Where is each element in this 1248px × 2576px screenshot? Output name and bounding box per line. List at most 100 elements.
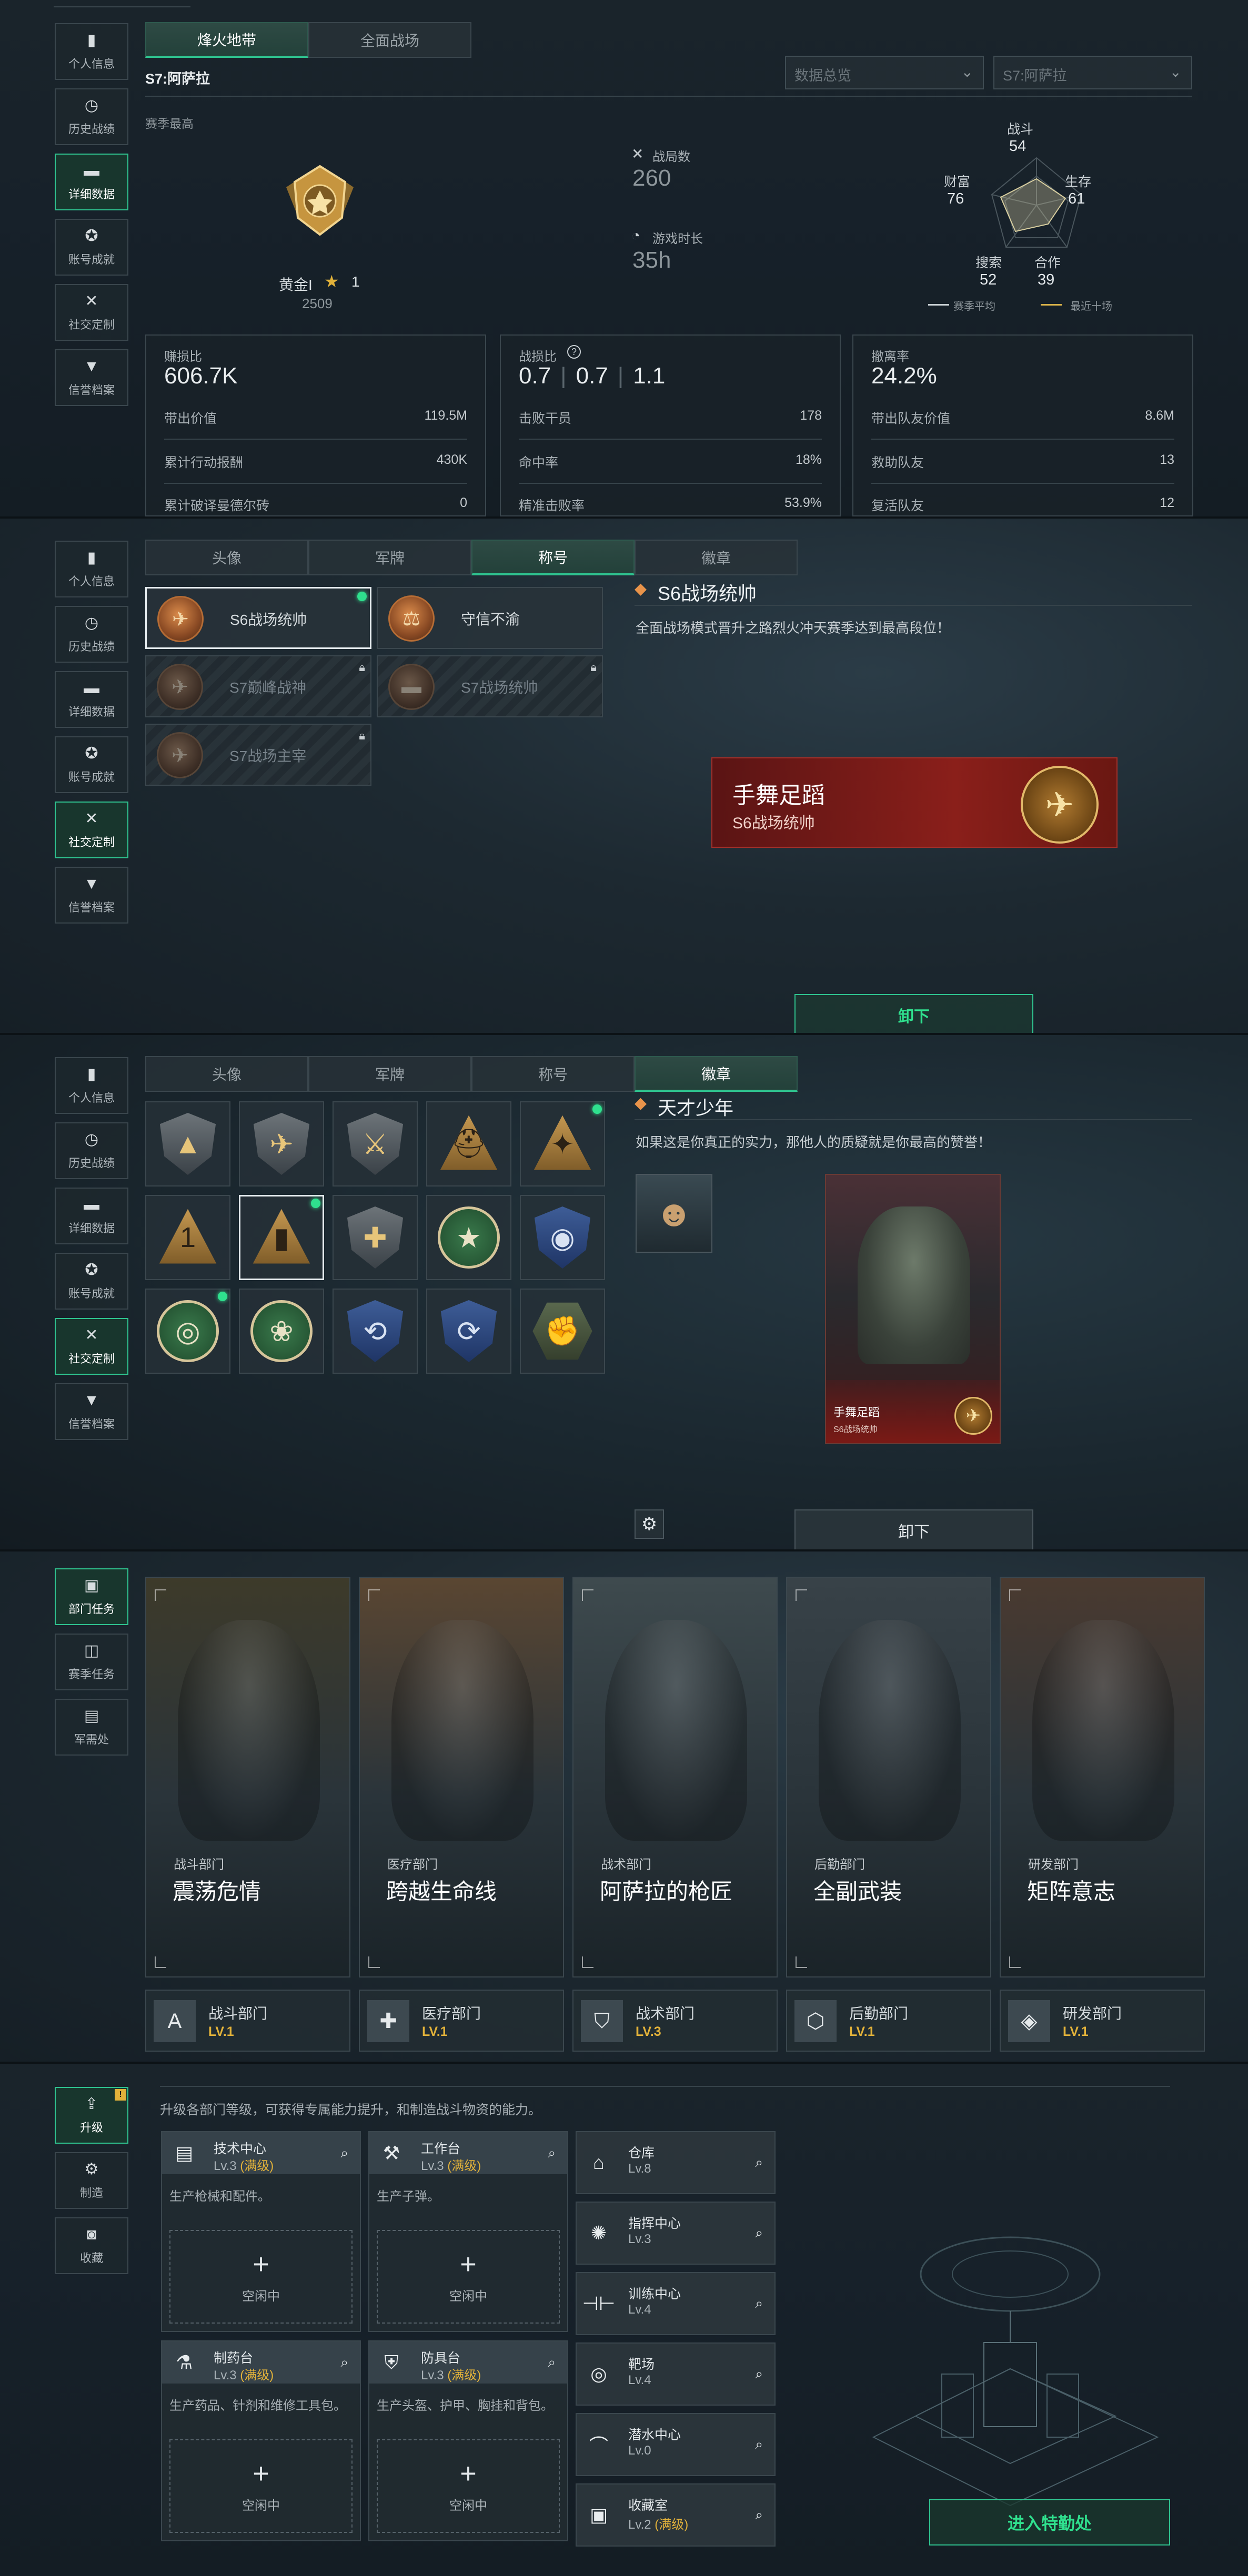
room-card[interactable]: ◎ 靶场 Lv.4 ⌕ [576, 2342, 776, 2406]
department-card[interactable]: 战斗部门 震荡危情 [145, 1577, 350, 1977]
nav-quartermaster[interactable]: ▤ 军需处 [55, 1699, 128, 1756]
nav-reputation[interactable]: ▼ 信誉档案 [55, 349, 128, 406]
title-card-locked[interactable]: ✈ S7巅峰战神 🔒︎ [145, 655, 371, 717]
badge-cell[interactable]: ★ [426, 1195, 511, 1280]
nav-detailed-data[interactable]: ▬ 详细数据 [55, 1188, 128, 1244]
badge-cell[interactable]: 1 [145, 1195, 230, 1280]
search-icon[interactable]: ⌕ [755, 2436, 763, 2453]
tab-title[interactable]: 称号 [471, 1056, 635, 1092]
department-footer[interactable]: ⬡ 后勤部门 LV.1 [786, 1990, 991, 2052]
production-slot[interactable]: + 空闲中 [169, 2439, 353, 2533]
nav-season-tasks[interactable]: ◫ 赛季任务 [55, 1634, 128, 1690]
title-card-locked[interactable]: ▬ S7战场统帅 🔒︎ [377, 655, 603, 717]
enter-special-ops-button[interactable]: 进入特勤处 [929, 2499, 1170, 2545]
facility-card[interactable]: ⛨ 防具台 Lv.3 (满级) ⌕ 生产头盔、护甲、胸挂和背包。 + 空闲中 [368, 2340, 568, 2541]
nav-history[interactable]: ◷ 历史战绩 [55, 606, 128, 663]
tab-badge[interactable]: 徽章 [635, 540, 798, 575]
badge-cell[interactable]: ✚ [333, 1195, 418, 1280]
search-icon[interactable]: ⌕ [340, 2145, 348, 2162]
search-icon[interactable]: ⌕ [755, 2154, 763, 2171]
room-card[interactable]: ⊣⊢ 训练中心 Lv.4 ⌕ [576, 2272, 776, 2335]
radar-value-search: 52 [980, 271, 997, 288]
nav-history[interactable]: ◷ 历史战绩 [55, 1122, 128, 1179]
nav-personal-info[interactable]: ▮ 个人信息 [55, 23, 128, 80]
nav-personal-info[interactable]: ▮ 个人信息 [55, 541, 128, 597]
department-footer[interactable]: ◈ 研发部门 LV.1 [1000, 1990, 1205, 2052]
department-footer[interactable]: A 战斗部门 LV.1 [145, 1990, 350, 2052]
department-card[interactable]: 后勤部门 全副武装 [786, 1577, 991, 1977]
room-card[interactable]: ▣ 收藏室 Lv.2 (满级) ⌕ [576, 2483, 776, 2547]
nav-reputation[interactable]: ▼ 信誉档案 [55, 1383, 128, 1440]
tab-warzone[interactable]: 烽火地带 [145, 22, 308, 58]
department-card[interactable]: 医疗部门 跨越生命线 [359, 1577, 564, 1977]
facility-card[interactable]: ⚒ 工作台 Lv.3 (满级) ⌕ 生产子弹。 + 空闲中 [368, 2131, 568, 2332]
tab-avatar[interactable]: 头像 [145, 540, 308, 575]
filter-dropdown-1[interactable]: 数据总览 ⌄ [785, 56, 984, 89]
title-card-locked[interactable]: ✈ S7战场主宰 🔒︎ [145, 724, 371, 786]
department-artwork [178, 1620, 320, 1841]
department-footer[interactable]: ⛉ 战术部门 LV.3 [572, 1990, 778, 2052]
production-slot[interactable]: + 空闲中 [169, 2230, 353, 2324]
unequip-button[interactable]: 卸下 [794, 994, 1033, 1033]
nav-achievements[interactable]: ✪ 账号成就 [55, 219, 128, 276]
department-card[interactable]: 研发部门 矩阵意志 [1000, 1577, 1205, 1977]
badge-cell[interactable]: ⟳ [426, 1289, 511, 1374]
tab-title[interactable]: 称号 [471, 540, 635, 575]
badge-cell[interactable]: ✊ [520, 1289, 605, 1374]
badge-cell[interactable]: ✈ [239, 1101, 324, 1186]
search-icon[interactable]: ⌕ [548, 2145, 556, 2162]
nav-detailed-data[interactable]: ▬ 详细数据 [55, 154, 128, 210]
tab-avatar[interactable]: 头像 [145, 1056, 308, 1092]
tab-dogtag[interactable]: 军牌 [308, 1056, 471, 1092]
gear-icon[interactable]: ⚙ [635, 1509, 664, 1539]
tab-dogtag[interactable]: 军牌 [308, 540, 471, 575]
department-card[interactable]: 战术部门 阿萨拉的枪匠 [572, 1577, 778, 1977]
nav-social-custom[interactable]: ✕ 社交定制 [55, 1318, 128, 1375]
nav-social-custom[interactable]: ✕ 社交定制 [55, 802, 128, 858]
search-icon[interactable]: ⌕ [340, 2354, 348, 2371]
nav-department-tasks[interactable]: ▣ 部门任务 [55, 1568, 128, 1625]
badge-cell[interactable]: ▮ [239, 1195, 324, 1280]
badge-cell[interactable]: ✦ [520, 1101, 605, 1186]
production-slot[interactable]: + 空闲中 [377, 2439, 560, 2533]
intro-text: 升级各部门等级，可获得专属能力提升，和制造战斗物资的能力。 [160, 2103, 542, 2117]
nav-achievements[interactable]: ✪ 账号成就 [55, 1253, 128, 1310]
room-card[interactable]: ⌒ 潜水中心 Lv.0 ⌕ [576, 2413, 776, 2476]
badge-cell[interactable]: ⚔ [333, 1101, 418, 1186]
nav-history[interactable]: ◷ 历史战绩 [55, 88, 128, 145]
title-card[interactable]: ✈ S6战场统帅 [145, 587, 371, 649]
nav-detailed-data[interactable]: ▬ 详细数据 [55, 671, 128, 728]
help-icon[interactable]: ? [567, 345, 581, 359]
nav-collection[interactable]: ◙ 收藏 [55, 2217, 128, 2274]
nav-social-custom[interactable]: ✕ 社交定制 [55, 284, 128, 341]
nav-reputation[interactable]: ▼ 信誉档案 [55, 867, 128, 924]
nav-personal-info[interactable]: ▮ 个人信息 [55, 1057, 128, 1114]
department-footer[interactable]: ✚ 医疗部门 LV.1 [359, 1990, 564, 2052]
production-slot[interactable]: + 空闲中 [377, 2230, 560, 2324]
room-card[interactable]: ⌂ 仓库 Lv.8 ⌕ [576, 2131, 776, 2194]
facility-card[interactable]: ⚗ 制药台 Lv.3 (满级) ⌕ 生产药品、针剂和维修工具包。 + 空闲中 [161, 2340, 361, 2541]
nav-upgrade[interactable]: ⇪ 升级 ! [55, 2087, 128, 2144]
filter-dropdown-2[interactable]: S7:阿萨拉 ⌄ [993, 56, 1192, 89]
search-icon[interactable]: ⌕ [755, 2225, 763, 2242]
title-card[interactable]: ⚖ 守信不渝 [377, 587, 603, 649]
room-card[interactable]: ✺ 指挥中心 Lv.3 ⌕ [576, 2202, 776, 2265]
badge-cell[interactable]: ▲ [145, 1101, 230, 1186]
badge-cell[interactable]: ⟲ [333, 1289, 418, 1374]
search-icon[interactable]: ⌕ [755, 2295, 763, 2312]
bar-chart-icon: ▮ [87, 32, 96, 49]
nav-achievements[interactable]: ✪ 账号成就 [55, 736, 128, 793]
nav-craft[interactable]: ⚙ 制造 [55, 2152, 128, 2209]
badge-cell[interactable]: ⛑ [426, 1101, 511, 1186]
facility-card[interactable]: ▤ 技术中心 Lv.3 (满级) ⌕ 生产枪械和配件。 + 空闲中 [161, 2131, 361, 2332]
badge-cell[interactable]: ◎ [145, 1289, 230, 1374]
badge-cell[interactable]: ❀ [239, 1289, 324, 1374]
search-icon[interactable]: ⌕ [755, 2507, 763, 2523]
tab-full-battlefield[interactable]: 全面战场 [308, 22, 471, 58]
unequip-button[interactable]: 卸下 [794, 1509, 1033, 1549]
search-icon[interactable]: ⌕ [548, 2354, 556, 2371]
tab-badge[interactable]: 徽章 [635, 1056, 798, 1092]
search-icon[interactable]: ⌕ [755, 2366, 763, 2382]
room-icon: ⊣⊢ [582, 2293, 616, 2314]
badge-cell[interactable]: ◉ [520, 1195, 605, 1280]
